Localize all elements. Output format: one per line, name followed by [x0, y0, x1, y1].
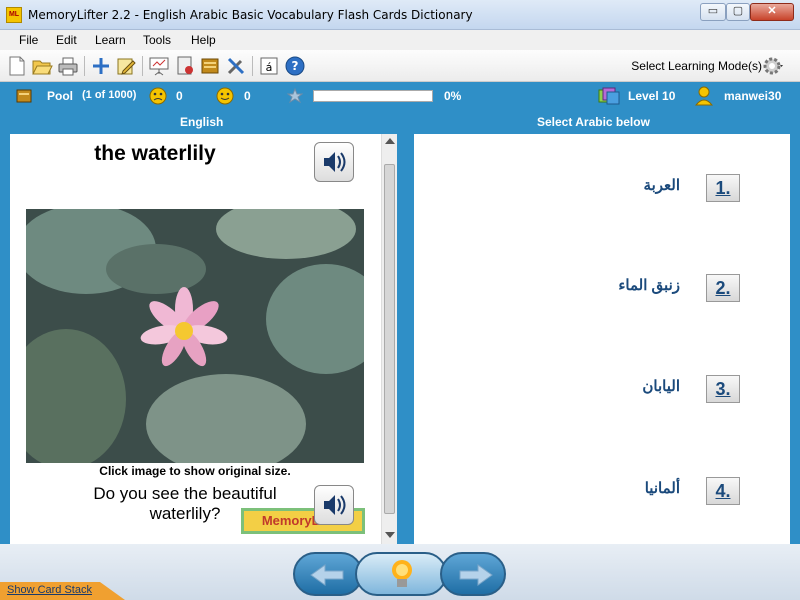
- help-icon[interactable]: ?: [284, 55, 306, 77]
- answer-text: ألمانيا: [644, 480, 680, 497]
- wrong-count: 0: [176, 89, 183, 103]
- status-bar: Pool (1 of 1000) 0 0 0% Level 10 manwei3…: [0, 82, 800, 110]
- toolbar-separator: [252, 56, 253, 76]
- progress-percent: 0%: [444, 89, 462, 103]
- show-answer-button[interactable]: [355, 552, 447, 596]
- user-name: manwei30: [724, 89, 782, 103]
- book-icon[interactable]: [199, 55, 221, 77]
- toolbar-separator: [142, 56, 143, 76]
- minimize-button[interactable]: ▭: [700, 3, 726, 21]
- print-icon[interactable]: [57, 55, 79, 77]
- edit-icon[interactable]: [115, 55, 137, 77]
- close-button[interactable]: ✕: [750, 3, 794, 21]
- pool-count: (1 of 1000): [82, 89, 137, 101]
- answer-panel: العربة 1. زنبق الماء 2. اليابان 3. ألمان…: [414, 134, 790, 544]
- toolbar: á ? Select Learning Mode(s): [0, 50, 800, 82]
- card-scrollbar[interactable]: [381, 134, 397, 544]
- level-icon: [598, 87, 620, 105]
- speaker-icon: [324, 495, 346, 515]
- pool-box-icon: [16, 89, 32, 103]
- show-card-stack-link[interactable]: Show Card Stack: [7, 584, 92, 596]
- menu-help[interactable]: Help: [191, 33, 216, 47]
- tools-icon[interactable]: [225, 55, 247, 77]
- arrow-right-icon: [459, 564, 493, 586]
- answer-option-2[interactable]: زنبق الماء 2.: [414, 270, 790, 310]
- scroll-thumb[interactable]: [384, 164, 395, 514]
- question-card: the waterlily Click image to show origin…: [10, 134, 397, 544]
- maximize-button[interactable]: ▢: [726, 3, 750, 21]
- title-bar: ML MemoryLifter 2.2 - English Arabic Bas…: [0, 0, 800, 30]
- menu-file[interactable]: File: [19, 33, 38, 47]
- menu-learn[interactable]: Learn: [95, 33, 126, 47]
- arrow-left-icon: [310, 564, 344, 586]
- image-caption: Click image to show original size.: [99, 464, 291, 478]
- smiley-happy-icon: [216, 87, 234, 105]
- main-area: the waterlily Click image to show origin…: [0, 134, 800, 544]
- speaker-icon: [324, 152, 346, 172]
- gear-icon[interactable]: [762, 55, 784, 77]
- toolbar-separator: [84, 56, 85, 76]
- sentence-audio-button[interactable]: [314, 485, 354, 525]
- pool-label: Pool: [47, 89, 73, 103]
- svg-text:á: á: [266, 61, 273, 74]
- svg-text:?: ?: [292, 59, 299, 73]
- answer-text: زنبق الماء: [618, 277, 680, 294]
- next-button[interactable]: [440, 552, 506, 596]
- scroll-up-arrow[interactable]: [385, 138, 395, 144]
- previous-button[interactable]: [293, 552, 363, 596]
- answer-text: اليابان: [642, 378, 680, 395]
- lightbulb-icon: [392, 560, 412, 587]
- waterlily-image[interactable]: [26, 209, 364, 463]
- smiley-sad-icon: [149, 87, 167, 105]
- add-card-icon[interactable]: [90, 55, 112, 77]
- menu-edit[interactable]: Edit: [56, 33, 77, 47]
- answer-button-2[interactable]: 2.: [706, 274, 740, 302]
- new-icon[interactable]: [6, 55, 28, 77]
- open-icon[interactable]: [31, 55, 53, 77]
- menu-tools[interactable]: Tools: [143, 33, 171, 47]
- question-language-label: English: [180, 115, 224, 129]
- answer-button-4[interactable]: 4.: [706, 477, 740, 505]
- answer-button-3[interactable]: 3.: [706, 375, 740, 403]
- learning-mode-label[interactable]: Select Learning Mode(s): [631, 59, 762, 73]
- menu-bar: File Edit Learn Tools Help: [0, 30, 800, 50]
- bottom-navigation: [0, 544, 800, 600]
- answer-option-1[interactable]: العربة 1.: [414, 170, 790, 210]
- star-icon: [287, 88, 303, 104]
- right-count: 0: [244, 89, 251, 103]
- column-headers: English Select Arabic below: [0, 110, 800, 134]
- window-title: MemoryLifter 2.2 - English Arabic Basic …: [28, 8, 473, 22]
- question-word: the waterlily: [94, 142, 216, 165]
- answer-instruction-label: Select Arabic below: [537, 115, 650, 129]
- app-logo-icon: ML: [6, 7, 22, 23]
- user-icon: [695, 86, 713, 106]
- presentation-icon[interactable]: [148, 55, 170, 77]
- dictionary-icon[interactable]: [174, 55, 196, 77]
- progress-bar: [313, 90, 433, 102]
- answer-option-3[interactable]: اليابان 3.: [414, 371, 790, 411]
- word-audio-button[interactable]: [314, 142, 354, 182]
- answer-button-1[interactable]: 1.: [706, 174, 740, 202]
- char-map-icon[interactable]: á: [258, 55, 280, 77]
- level-label: Level 10: [628, 89, 676, 103]
- answer-text: العربة: [643, 177, 680, 194]
- scroll-down-arrow[interactable]: [385, 532, 395, 538]
- answer-option-4[interactable]: ألمانيا 4.: [414, 473, 790, 513]
